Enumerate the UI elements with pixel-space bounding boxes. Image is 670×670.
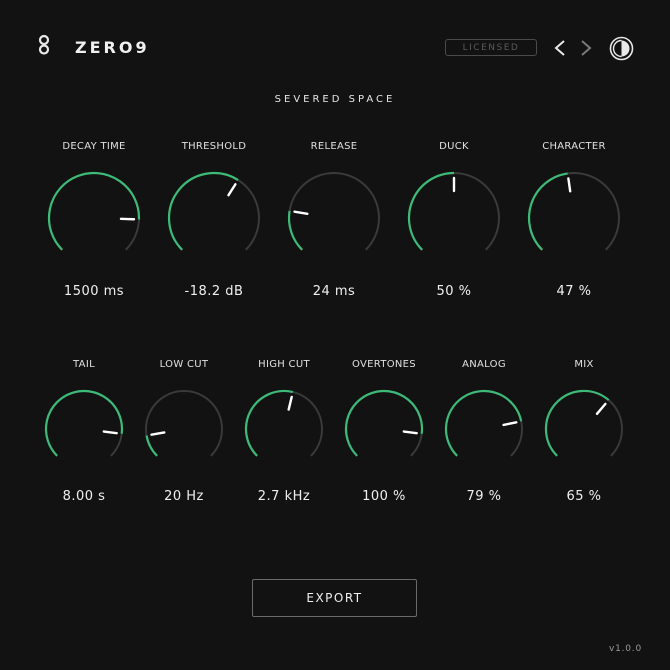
knob-value: 1500 ms xyxy=(63,284,125,299)
knob-value: 79 % xyxy=(466,489,502,504)
knob-label: LOW CUT xyxy=(159,359,209,370)
knob-dial[interactable] xyxy=(442,387,526,471)
version-label: v1.0.0 xyxy=(608,644,642,654)
knob-value-arc xyxy=(244,389,294,457)
knob-release[interactable]: RELEASE 24 ms xyxy=(279,141,389,299)
knob-dial[interactable] xyxy=(45,169,143,267)
knob-threshold[interactable]: THRESHOLD -18.2 dB xyxy=(159,141,269,299)
knob-value: 20 Hz xyxy=(164,489,204,504)
knob-value-arc xyxy=(44,389,124,457)
knob-value-arc xyxy=(145,435,158,457)
knob-label: HIGH CUT xyxy=(258,359,310,370)
knob-pointer xyxy=(595,402,607,415)
license-badge: LICENSED xyxy=(445,39,537,56)
knob-value: 65 % xyxy=(566,489,602,504)
knob-pointer xyxy=(102,430,118,435)
knob-value: 8.00 s xyxy=(62,489,106,504)
knob-track xyxy=(145,390,223,457)
knob-value-arc xyxy=(407,171,455,251)
knob-value: 47 % xyxy=(556,284,592,299)
knob-value: 100 % xyxy=(362,489,406,504)
knob-dial[interactable] xyxy=(542,387,626,471)
knob-pointer xyxy=(567,177,572,193)
knob-value-arc xyxy=(167,171,239,251)
knob-dial[interactable] xyxy=(285,169,383,267)
preset-name: SEVERED SPACE xyxy=(274,94,396,105)
knob-value-arc xyxy=(47,171,141,251)
knob-dial[interactable] xyxy=(342,387,426,471)
knob-label: OVERTONES xyxy=(352,359,416,370)
knob-pointer xyxy=(502,421,518,427)
knob-value-arc xyxy=(344,389,424,457)
knob-value: -18.2 dB xyxy=(184,284,244,299)
knob-dial[interactable] xyxy=(242,387,326,471)
chevron-left-icon[interactable] xyxy=(552,38,568,58)
knob-high-cut[interactable]: HIGH CUT 2.7 kHz xyxy=(229,359,339,504)
knob-analog[interactable]: ANALOG 79 % xyxy=(429,359,539,504)
knob-pointer xyxy=(293,210,309,215)
knob-overtones[interactable]: OVERTONES 100 % xyxy=(329,359,439,504)
knob-value: 2.7 kHz xyxy=(257,489,311,504)
knob-value: 50 % xyxy=(436,284,472,299)
knob-dial[interactable] xyxy=(525,169,623,267)
knob-value-arc xyxy=(527,172,568,251)
knob-label: DUCK xyxy=(439,141,469,152)
knob-decay-time[interactable]: DECAY TIME 1500 ms xyxy=(39,141,149,299)
half-circle-theme-icon[interactable] xyxy=(609,36,634,61)
knob-tail[interactable]: TAIL 8.00 s xyxy=(29,359,139,504)
knob-value-arc xyxy=(544,389,610,457)
knob-low-cut[interactable]: LOW CUT 20 Hz xyxy=(129,359,239,504)
knob-pointer xyxy=(227,183,237,197)
brand-title: ZERO9 xyxy=(75,38,150,57)
knob-dial[interactable] xyxy=(42,387,126,471)
knob-value: 24 ms xyxy=(312,284,356,299)
knob-pointer xyxy=(402,430,418,435)
knob-duck[interactable]: DUCK 50 % xyxy=(399,141,509,299)
knob-dial[interactable] xyxy=(142,387,226,471)
knob-dial[interactable] xyxy=(405,169,503,267)
knob-value-arc xyxy=(287,210,303,251)
knob-label: ANALOG xyxy=(462,359,506,370)
infinity-logo-icon xyxy=(38,34,50,55)
knob-pointer xyxy=(287,395,293,411)
knob-mix[interactable]: MIX 65 % xyxy=(529,359,639,504)
knob-label: DECAY TIME xyxy=(62,141,126,152)
knob-character[interactable]: CHARACTER 47 % xyxy=(519,141,629,299)
knob-label: RELEASE xyxy=(310,141,358,152)
knob-label: MIX xyxy=(574,359,594,370)
knob-track xyxy=(288,172,380,251)
chevron-right-icon[interactable] xyxy=(578,38,594,58)
export-button[interactable]: EXPORT xyxy=(252,579,417,617)
knob-pointer xyxy=(150,431,166,436)
knob-dial[interactable] xyxy=(165,169,263,267)
knob-label: CHARACTER xyxy=(542,141,606,152)
knob-label: THRESHOLD xyxy=(181,141,247,152)
knob-label: TAIL xyxy=(73,359,95,370)
